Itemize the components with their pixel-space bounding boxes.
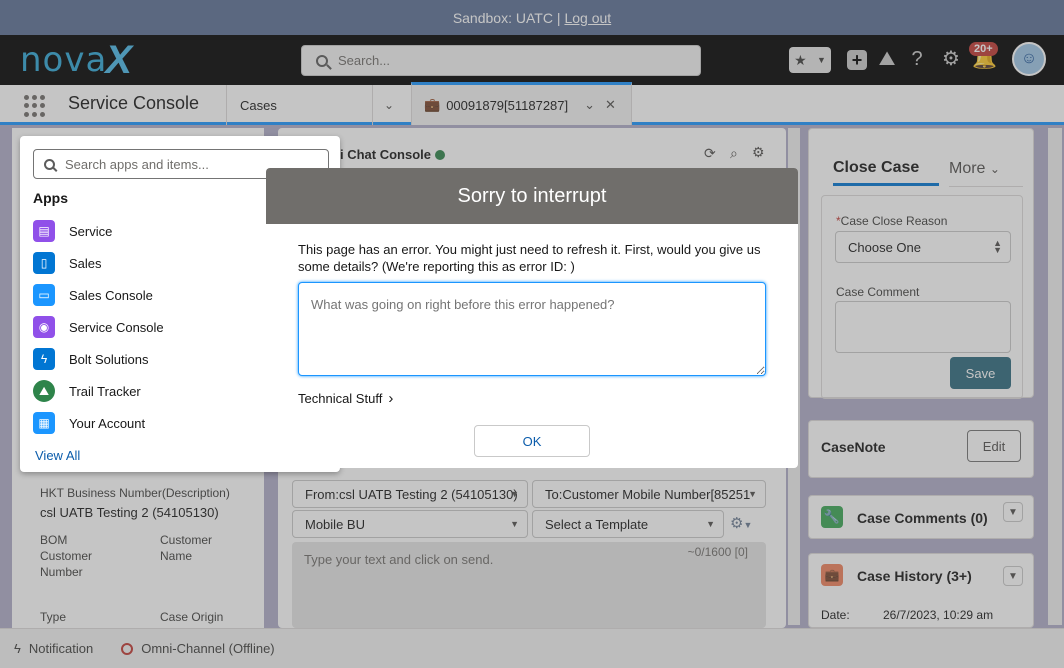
nav-bar: Service Console Cases ⌄ 💼 00091879[51187… (0, 82, 1064, 125)
trailhead-icon[interactable]: ⛰ (876, 48, 898, 70)
app-launcher-icon[interactable] (24, 95, 46, 117)
app-item-your-account[interactable]: ▦ Your Account (33, 412, 145, 434)
app-item-trail-tracker[interactable]: ⛰ Trail Tracker (33, 380, 141, 402)
casenote-title: CaseNote (821, 439, 886, 455)
app-item-service[interactable]: ▤ Service (33, 220, 112, 242)
tab-close-case[interactable]: Close Case (833, 159, 939, 186)
online-status-icon (435, 149, 446, 160)
to-select[interactable]: To:Customer Mobile Number[85251 ▼ (532, 480, 766, 508)
app-item-service-console[interactable]: ◉ Service Console (33, 316, 164, 338)
template-select[interactable]: Select a Template ▼ (532, 510, 724, 538)
save-button[interactable]: Save (950, 357, 1011, 389)
refresh-icon[interactable]: ⟳ (704, 145, 716, 162)
object-nav-cases[interactable]: Cases (240, 85, 277, 125)
global-search-input[interactable]: Search... (301, 45, 701, 76)
close-reason-label: Case Close Reason (840, 214, 948, 228)
briefcase-icon: 💼 (424, 97, 441, 112)
wrench-icon: 🔧 (821, 506, 843, 528)
date-value: 26/7/2023, 10:29 am (883, 608, 994, 622)
help-icon[interactable]: ? (906, 48, 928, 70)
app-item-bolt-solutions[interactable]: ϟ Bolt Solutions (33, 348, 149, 370)
add-icon[interactable]: + (847, 50, 867, 70)
case-history-card: 💼 Case History (3+) ▼ Date: 26/7/2023, 1… (808, 553, 1034, 628)
apps-heading: Apps (33, 190, 68, 206)
customer-name-label: Customer Name (160, 533, 213, 563)
casenote-card: CaseNote Edit (808, 420, 1034, 478)
briefcase-icon: 💼 (821, 564, 843, 586)
chevron-down-icon[interactable]: ▼ (1003, 502, 1023, 522)
technical-stuff-toggle[interactable]: Technical Stuff › (298, 390, 393, 407)
app-item-sales[interactable]: ▯ Sales (33, 252, 102, 274)
business-number-label: HKT Business Number(Description) (40, 486, 230, 500)
case-comments-card: 🔧 Case Comments (0) ▼ (808, 495, 1034, 539)
search-icon (44, 158, 55, 170)
ok-button[interactable]: OK (474, 425, 590, 457)
close-icon[interactable]: ✕ (605, 97, 616, 113)
tab-more[interactable]: More ⌄ (949, 160, 1023, 187)
notification-button[interactable]: Notification (29, 641, 93, 656)
logout-link[interactable]: Log out (564, 10, 611, 26)
error-details-textarea[interactable] (298, 282, 766, 376)
date-label: Date: (821, 608, 850, 622)
gear-icon[interactable]: ⚙ (940, 48, 962, 70)
chevron-right-icon: › (388, 390, 394, 407)
novax-logo[interactable]: nova X (20, 38, 132, 82)
edit-button[interactable]: Edit (967, 430, 1021, 462)
user-avatar[interactable]: ☺ (1012, 42, 1046, 76)
case-comment-label: Case Comment (836, 285, 920, 299)
chat-console-title: i Chat Console (340, 147, 446, 162)
close-case-card: Close Case More ⌄ *Case Close Reason Cho… (808, 128, 1034, 399)
case-origin-label: Case Origin (160, 610, 224, 624)
search-icon[interactable]: ⌕ (730, 145, 738, 162)
app-item-sales-console[interactable]: ▭ Sales Console (33, 284, 153, 306)
bom-customer-number-label: BOM Customer Number (40, 533, 93, 579)
chevron-down-icon: ⌄ (989, 162, 1000, 176)
global-header: nova X Search... ★ ▼ + ⛰ ? ⚙ 🔔 20+ ☺ (0, 35, 1064, 85)
sales-console-app-icon: ▭ (33, 284, 55, 306)
modal-message: This page has an error. You might just n… (298, 242, 761, 274)
star-icon: ★ (794, 51, 807, 68)
chevron-down-icon: ▼ (816, 55, 826, 65)
favorites-button[interactable]: ★ ▼ (789, 47, 831, 73)
trail-tracker-app-icon: ⛰ (33, 380, 55, 402)
app-name: Service Console (68, 93, 200, 113)
your-account-app-icon: ▦ (33, 412, 55, 434)
tab-case-record[interactable]: 💼 00091879[51187287] ⌄ ✕ (411, 82, 632, 125)
utility-bar: ϟ Notification Omni-Channel (Offline) (0, 628, 1064, 668)
char-counter: ~0/1600 [0] (687, 545, 748, 559)
gear-icon[interactable]: ⚙ (752, 144, 765, 161)
chevron-down-icon[interactable]: ⌄ (384, 85, 394, 125)
service-app-icon: ▤ (33, 220, 55, 242)
case-comments-title[interactable]: Case Comments (0) (857, 510, 988, 526)
search-icon (316, 54, 328, 67)
settings-gear-icon[interactable]: ⚙▼ (730, 514, 752, 532)
view-all-link[interactable]: View All (35, 448, 80, 463)
omni-channel-button[interactable]: Omni-Channel (Offline) (141, 641, 274, 656)
tab-case-record-label: 00091879[51187287] (446, 97, 569, 113)
scrollbar[interactable] (1048, 128, 1062, 625)
notification-badge: 20+ (969, 42, 998, 56)
chevron-down-icon[interactable]: ⌄ (584, 97, 595, 113)
sales-app-icon: ▯ (33, 252, 55, 274)
close-reason-select[interactable]: Choose One ▲ ▼ (835, 231, 1011, 263)
message-textarea[interactable]: Type your text and click on send. ~0/160… (292, 542, 766, 628)
bu-select[interactable]: Mobile BU ▼ (292, 510, 528, 538)
sandbox-text: Sandbox: UATC | (452, 9, 561, 26)
from-select[interactable]: From:csl UATB Testing 2 (54105130) ▼ (292, 480, 528, 508)
offline-status-icon (121, 642, 134, 655)
chevron-down-icon[interactable]: ▼ (1003, 566, 1023, 586)
sandbox-banner: Sandbox: UATC | Log out (0, 0, 1064, 35)
case-history-title[interactable]: Case History (3+) (857, 568, 972, 584)
service-console-app-icon: ◉ (33, 316, 55, 338)
type-label: Type (40, 610, 67, 624)
lightning-icon: ϟ (14, 641, 21, 656)
search-placeholder: Search... (338, 53, 391, 68)
case-comment-input[interactable] (835, 301, 1011, 353)
modal-title: Sorry to interrupt (266, 168, 798, 224)
right-sidebar: Close Case More ⌄ *Case Close Reason Cho… (806, 128, 1046, 628)
business-number-value: csl UATB Testing 2 (54105130) (40, 505, 219, 520)
bolt-app-icon: ϟ (33, 348, 55, 370)
error-modal: Sorry to interrupt This page has an erro… (266, 168, 798, 468)
